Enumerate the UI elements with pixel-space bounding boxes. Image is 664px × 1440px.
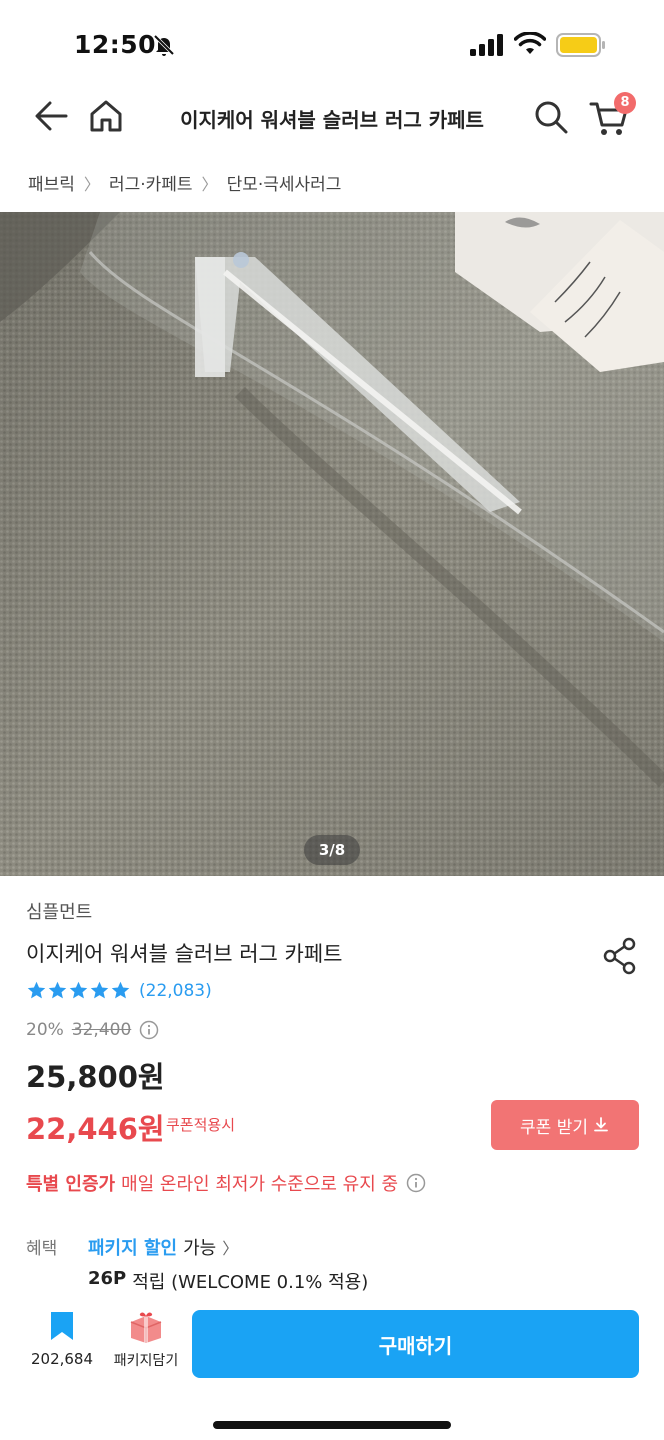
review-count[interactable]: (22,083) [139,981,212,1001]
info-icon[interactable] [139,1020,159,1040]
coupon-download-button[interactable]: 쿠폰 받기 [491,1100,639,1150]
brand-name[interactable]: 심플먼트 [26,898,92,924]
chevron-right-icon: 〉 [83,174,100,194]
star-icon [90,981,109,999]
bell-off-icon [153,34,175,56]
home-icon[interactable] [86,96,126,136]
breadcrumb-item[interactable]: 러그·카페트 [109,170,193,195]
back-arrow-icon[interactable] [32,96,72,136]
download-icon [594,1117,608,1132]
special-price-notice: 특별 인증가 매일 온라인 최저가 수준으로 유지 중 [26,1170,426,1196]
share-icon[interactable] [600,936,640,976]
status-bar: 12:50 [0,0,664,90]
bottom-action-bar: 202,684 패키지담기 구매하기 [0,1296,664,1440]
image-counter: 3/8 [304,835,360,865]
bookmark-button[interactable]: 202,684 [22,1310,102,1380]
coupon-price: 22,446원 [26,1112,165,1146]
points-text: 적립 (WELCOME 0.1% 적용) [132,1272,369,1293]
breadcrumb-item[interactable]: 단모·극세사러그 [227,170,342,195]
package-box-icon [130,1312,162,1343]
breadcrumb-item[interactable]: 패브릭 [28,170,75,195]
package-discount-availability: 가능 [183,1238,217,1259]
page-title: 이지케어 워셔블 슬러브 러그 카페트 [180,108,484,132]
special-price-text: 매일 온라인 최저가 수준으로 유지 중 [121,1174,399,1195]
bookmark-icon [51,1312,73,1340]
original-price: 32,400 [71,1020,132,1040]
info-icon[interactable] [406,1173,426,1193]
breadcrumb: 패브릭 〉 러그·카페트 〉 단모·극세사러그 [28,170,342,196]
star-icon [69,981,88,999]
discount-rate: 20% [26,1020,64,1040]
coupon-button-label: 쿠폰 받기 [520,1117,588,1138]
points-amount: 26P [88,1268,127,1289]
top-nav-bar: 이지케어 워셔블 슬러브 러그 카페트 [0,90,664,146]
benefit-label: 혜택 [26,1239,58,1259]
product-photo [0,212,664,876]
buy-button[interactable]: 구매하기 [192,1310,639,1378]
rating-stars [26,980,131,1001]
chevron-right-icon: 〉 [222,1239,239,1258]
points-row: 26P 적립 (WELCOME 0.1% 적용) [88,1268,368,1294]
sale-price: 25,800원 [26,1060,165,1094]
bookmark-count: 202,684 [30,1350,94,1368]
discount-row: 20% 32,400 [26,1020,159,1040]
product-image-carousel[interactable] [0,212,664,876]
add-to-package-button[interactable]: 패키지담기 [104,1310,188,1380]
package-label: 패키지담기 [113,1353,179,1369]
special-price-label: 특별 인증가 [26,1174,116,1195]
status-time: 12:50 [74,30,157,59]
package-discount-row[interactable]: 패키지 할인 가능 〉 [88,1234,238,1260]
chevron-right-icon: 〉 [201,174,218,194]
package-discount-link[interactable]: 패키지 할인 [88,1234,177,1260]
battery-icon [556,33,605,57]
star-icon [48,981,67,999]
cart-count-badge: 8 [614,92,636,114]
product-name: 이지케어 워셔블 슬러브 러그 카페트 [26,942,343,966]
star-icon [27,981,46,999]
coupon-note: 쿠폰적용시 [166,1116,236,1134]
star-icon [111,981,130,999]
home-indicator [213,1421,451,1429]
rating[interactable]: (22,083) [26,980,212,1001]
search-icon[interactable] [532,98,570,136]
signal-icon [470,34,503,56]
wifi-icon [514,32,546,54]
